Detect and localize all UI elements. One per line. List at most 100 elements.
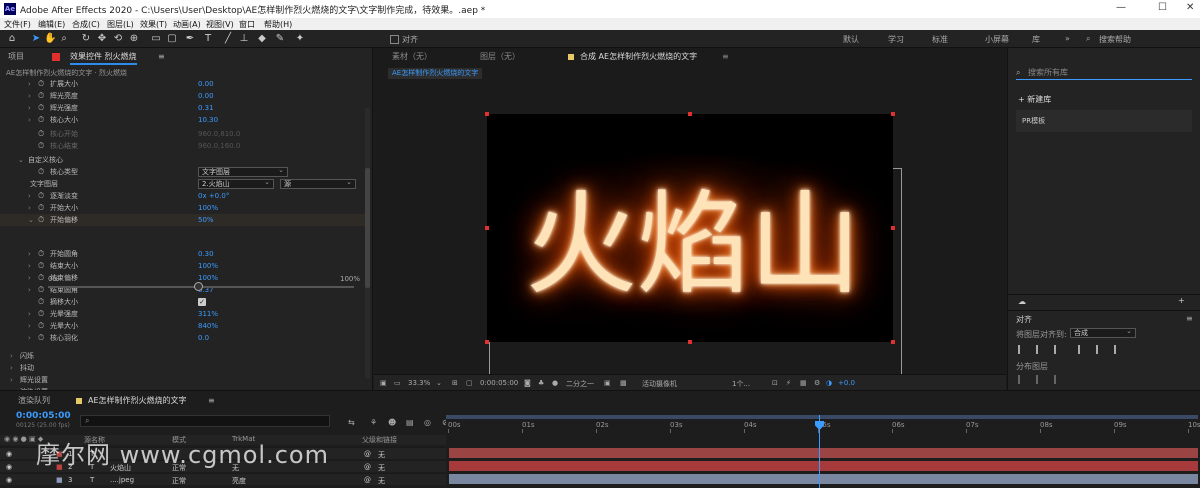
timeline-timecode[interactable]: 0:00:05:00	[16, 411, 71, 421]
panel-menu-icon[interactable]: ≡	[1186, 314, 1193, 323]
effect-property-row[interactable]: › ⏱ 结束大小 100%	[0, 260, 365, 272]
brush-tool-icon[interactable]: ╱	[222, 33, 234, 45]
stopwatch-icon[interactable]: ⏱	[38, 308, 44, 320]
selection-tool-icon[interactable]: ➤	[30, 33, 42, 45]
orbit-tool-icon[interactable]: ⟲	[112, 33, 124, 45]
menu-window[interactable]: 窗口	[239, 19, 255, 30]
menu-effect[interactable]: 效果(T)	[140, 19, 167, 30]
rotate-tool-icon[interactable]: ↻	[80, 33, 92, 45]
effect-property-row[interactable]: › ⏱ 扩展大小 0.00	[0, 78, 365, 90]
tab-timeline-comp[interactable]: AE怎样制作烈火燃烧的文字	[88, 395, 187, 407]
disclosure-triangle-icon[interactable]: ›	[28, 248, 31, 260]
flowchart-icon[interactable]: ⚙	[814, 379, 820, 387]
rectangle-tool-icon[interactable]: ▢	[166, 33, 178, 45]
exposure-value[interactable]: +0.0	[838, 379, 855, 387]
property-value[interactable]: 0.0	[198, 332, 209, 344]
property-value[interactable]: 0.30	[198, 248, 214, 260]
mask-tool-icon[interactable]: ▭	[150, 33, 162, 45]
tab-composition[interactable]: 合成 AE怎样制作烈火燃烧的文字	[580, 50, 697, 64]
property-value[interactable]: 0.00	[198, 78, 214, 90]
puppet-pin-tool-icon[interactable]: ✦	[294, 33, 306, 45]
close-icon[interactable]: ✕	[1186, 2, 1194, 13]
stopwatch-icon[interactable]: ⏱	[38, 214, 44, 226]
transform-handle[interactable]	[688, 340, 692, 344]
layer-search-input[interactable]: ⌕	[80, 415, 330, 427]
property-value[interactable]: 100%	[198, 202, 218, 214]
workspace-standard[interactable]: 标准	[932, 34, 948, 45]
disclosure-triangle-icon[interactable]: ⌄	[18, 154, 24, 166]
align-top-icon[interactable]	[1078, 345, 1087, 354]
view-layout-dropdown[interactable]: 1个...	[732, 379, 750, 389]
transform-handle[interactable]	[688, 112, 692, 116]
stopwatch-icon[interactable]: ⏱	[38, 90, 44, 102]
disclosure-triangle-icon[interactable]: ›	[28, 284, 31, 296]
eye-icon[interactable]: ◉	[6, 450, 12, 458]
transform-handle[interactable]	[485, 226, 489, 230]
comp-subtab[interactable]: AE怎样制作烈火燃烧的文字	[388, 68, 483, 79]
effect-property-row[interactable]: › 辉光设置	[0, 374, 365, 386]
property-value[interactable]: 840%	[198, 320, 218, 332]
pickwhip-icon[interactable]: @	[364, 463, 371, 471]
disclosure-triangle-icon[interactable]: ›	[28, 260, 31, 272]
exposure-icon[interactable]: ◑	[826, 379, 832, 387]
help-search-field[interactable]: 搜索帮助	[1099, 34, 1131, 45]
pickwhip-icon[interactable]: @	[364, 450, 371, 458]
stopwatch-icon[interactable]: ⏱	[38, 140, 44, 152]
eraser-tool-icon[interactable]: ◆	[256, 33, 268, 45]
hand-tool-icon[interactable]: ✋	[44, 33, 56, 45]
zoom-dropdown-icon[interactable]: ⌄	[436, 379, 442, 387]
resolution-dropdown[interactable]: 二分之一	[566, 379, 594, 389]
effect-property-row[interactable]: › ⏱ 辉光亮度 0.00	[0, 90, 365, 102]
lock-icon[interactable]	[52, 53, 60, 61]
layer-duration-bar[interactable]	[449, 461, 1198, 471]
distribute-icon[interactable]	[1018, 375, 1027, 384]
always-preview-icon[interactable]: ▣	[380, 379, 387, 387]
panel-menu-icon[interactable]: ≡	[722, 50, 729, 64]
property-dropdown[interactable]: 2.火焰山	[198, 178, 274, 189]
transform-handle[interactable]	[891, 340, 895, 344]
pickwhip-icon[interactable]: @	[364, 476, 371, 484]
roto-brush-tool-icon[interactable]: ✎	[274, 33, 286, 45]
disclosure-triangle-icon[interactable]: ›	[28, 308, 31, 320]
menu-layer[interactable]: 图层(L)	[107, 19, 134, 30]
current-time[interactable]: 0:00:05:00	[480, 379, 518, 387]
fast-preview-icon[interactable]: ⚡	[786, 379, 791, 387]
disclosure-triangle-icon[interactable]: ›	[10, 350, 13, 362]
draft-3d-icon[interactable]: ⚘	[370, 417, 377, 429]
snapshot-icon[interactable]: ◙	[524, 379, 531, 387]
stopwatch-icon[interactable]: ⏱	[38, 128, 44, 140]
source-dropdown[interactable]: 源	[280, 178, 356, 189]
search-icon[interactable]: ⌕	[1086, 34, 1090, 44]
cloud-icon[interactable]: ☁	[1018, 297, 1026, 306]
effect-property-row[interactable]: ⏱ 核心结束 960.0,160.0	[0, 140, 365, 152]
disclosure-triangle-icon[interactable]: ›	[10, 374, 13, 386]
stopwatch-icon[interactable]: ⏱	[38, 284, 44, 296]
zoom-value[interactable]: 33.3%	[408, 379, 430, 387]
layer-name[interactable]: ....jpeg	[110, 476, 134, 484]
layer-trkmat[interactable]: 亮度	[232, 476, 246, 486]
property-value[interactable]: 10.30	[198, 114, 218, 126]
effect-property-row[interactable]: › ⏱ 辉光强度 0.31	[0, 102, 365, 114]
scrollbar-thumb[interactable]	[365, 168, 370, 288]
effect-controls-scrollbar[interactable]	[365, 108, 370, 378]
effect-property-row[interactable]: ⌄ ⏱ 开始偏移 50%	[0, 214, 365, 226]
workspace-overflow-icon[interactable]: »	[1065, 34, 1070, 43]
tab-project[interactable]: 项目	[8, 50, 24, 64]
tab-render-queue[interactable]: 渲染队列	[18, 395, 50, 407]
layer-parent[interactable]: 无	[378, 476, 385, 486]
stopwatch-icon[interactable]: ⏱	[38, 190, 44, 202]
add-icon[interactable]: +	[1178, 296, 1185, 305]
effect-property-row[interactable]: › ⏱ 开始大小 100%	[0, 202, 365, 214]
disclosure-triangle-icon[interactable]: ⌄	[28, 214, 34, 226]
workspace-libraries[interactable]: 库	[1032, 34, 1040, 45]
distribute-icon[interactable]	[1036, 375, 1045, 384]
property-dropdown[interactable]: 文字图层	[198, 166, 288, 177]
effect-property-row[interactable]: › 抖动	[0, 362, 365, 374]
layer-duration-bar[interactable]	[449, 448, 1198, 458]
zoom-tool-icon[interactable]: ⌕	[58, 33, 70, 45]
effect-property-row[interactable]: › ⏱ 光晕强度 311%	[0, 308, 365, 320]
start-offset-slider[interactable]: 0% 100%	[48, 275, 360, 291]
disclosure-triangle-icon[interactable]: ›	[10, 362, 13, 374]
disclosure-triangle-icon[interactable]: ›	[28, 78, 31, 90]
layer-parent[interactable]: 无	[378, 450, 385, 460]
